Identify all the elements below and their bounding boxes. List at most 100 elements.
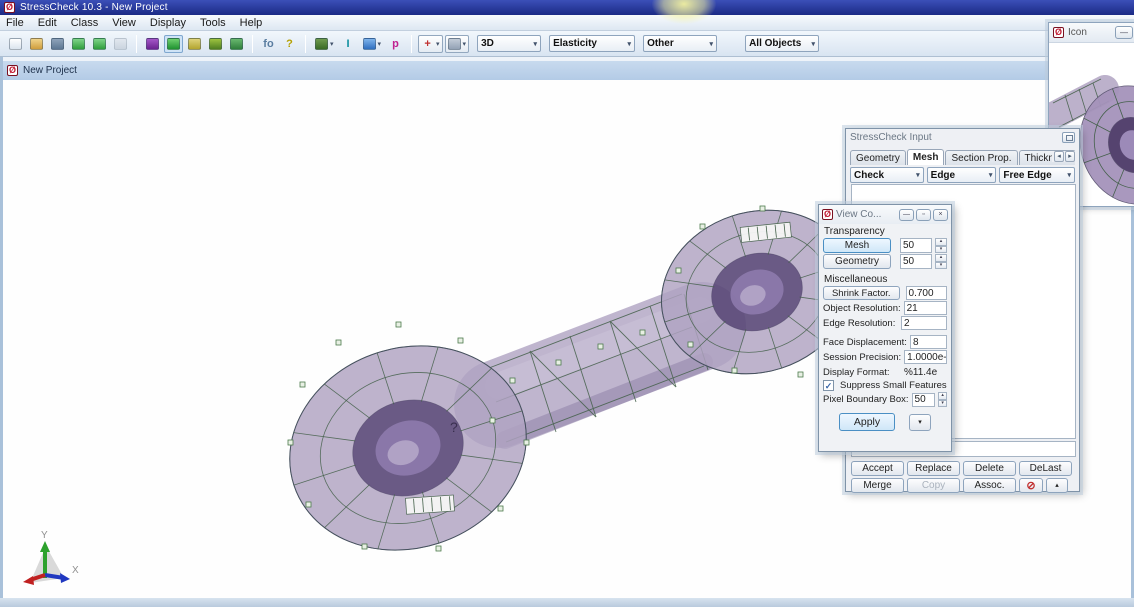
save-icon[interactable] xyxy=(48,35,67,53)
geometry-transparency-button[interactable]: Geometry xyxy=(823,254,891,269)
copy-button[interactable]: Copy xyxy=(907,478,960,493)
spin-down-icon[interactable]: ▾ xyxy=(935,262,947,270)
mesh-transparency-spinner[interactable]: ▴ ▾ xyxy=(935,238,947,253)
close-icon[interactable]: × xyxy=(933,209,948,221)
spin-up-icon[interactable]: ▴ xyxy=(935,238,947,246)
shrink-factor-button[interactable]: Shrink Factor. xyxy=(823,286,900,300)
expand-up-button[interactable]: ▴ xyxy=(1046,478,1068,493)
menu-view[interactable]: View xyxy=(112,17,136,29)
tab-scroll-right-icon[interactable]: ▸ xyxy=(1065,151,1075,162)
block-button[interactable]: ⊘ xyxy=(1019,478,1043,493)
axes-view-icon: + xyxy=(421,38,434,50)
display-format-label: Display Format: xyxy=(823,367,898,378)
icon-window-titlebar[interactable]: Ø Icon — xyxy=(1049,23,1134,43)
spin-down-icon[interactable]: ▾ xyxy=(935,246,947,254)
restore-icon[interactable] xyxy=(1062,132,1075,143)
p-symbol-icon: p xyxy=(389,38,402,50)
import-icon[interactable] xyxy=(69,35,88,53)
free-edge-combo[interactable]: Free Edge ▾ xyxy=(999,167,1075,183)
dimension-combo[interactable]: 3D ▾ xyxy=(477,35,541,52)
tab-scroll-left-icon[interactable]: ◂ xyxy=(1054,151,1064,162)
input-dialog-titlebar[interactable]: StressCheck Input xyxy=(846,129,1079,146)
face-displacement-value[interactable]: 8 xyxy=(910,335,947,349)
tab-geometry[interactable]: Geometry xyxy=(850,150,906,165)
accept-button[interactable]: Accept xyxy=(851,461,904,476)
snapshot-icon[interactable]: ▾ xyxy=(445,35,470,53)
class-points-icon[interactable] xyxy=(143,35,162,53)
class-solids-icon[interactable] xyxy=(206,35,225,53)
format-icon[interactable]: fo xyxy=(259,35,278,53)
menubar: File Edit Class View Display Tools Help xyxy=(0,15,1134,31)
minimize-icon[interactable]: — xyxy=(1115,26,1133,39)
method-combo[interactable]: Other ▾ xyxy=(643,35,717,52)
menu-display[interactable]: Display xyxy=(150,17,186,29)
spin-up-icon[interactable]: ▴ xyxy=(935,254,947,262)
icon-window-title: Icon xyxy=(1068,27,1111,38)
maximize-icon[interactable]: ▫ xyxy=(916,209,931,221)
layers-tool-icon[interactable]: ▾ xyxy=(360,35,385,53)
snapshot-icon-dropdown[interactable]: ▾ xyxy=(463,40,467,48)
tab-mesh[interactable]: Mesh xyxy=(907,149,945,165)
menu-class[interactable]: Class xyxy=(71,17,99,29)
class-sets-icon[interactable] xyxy=(227,35,246,53)
geometry-transparency-value[interactable]: 50 xyxy=(900,254,932,269)
view-dialog-controls: — ▫ × xyxy=(899,209,948,221)
edge-resolution-value[interactable]: 2 xyxy=(901,316,947,330)
shrink-factor-value[interactable]: 0.700 xyxy=(906,286,947,300)
input-dialog-tabs: Geometry Mesh Section Prop. Thickness Ma… xyxy=(850,148,1075,165)
ibeam-tool-icon: I xyxy=(342,38,355,50)
menu-tools[interactable]: Tools xyxy=(200,17,226,29)
pixel-boundary-value[interactable]: 50 xyxy=(912,393,936,407)
ibeam-tool-icon[interactable]: I xyxy=(339,35,358,53)
new-file-icon[interactable] xyxy=(6,35,25,53)
assoc-button[interactable]: Assoc. xyxy=(963,478,1016,493)
pen-tool-icon xyxy=(315,38,328,50)
apply-dropdown-button[interactable]: ▾ xyxy=(909,414,931,431)
geometry-transparency-spinner[interactable]: ▴ ▾ xyxy=(935,254,947,269)
replace-button[interactable]: Replace xyxy=(907,461,960,476)
help-icon[interactable]: ? xyxy=(280,35,299,53)
object-resolution-value[interactable]: 21 xyxy=(904,301,947,315)
pen-tool-icon-dropdown[interactable]: ▾ xyxy=(330,40,334,48)
class-mesh-icon[interactable] xyxy=(164,35,183,53)
delast-button[interactable]: DeLast xyxy=(1019,461,1072,476)
class-sets-icon xyxy=(230,38,243,50)
menu-edit[interactable]: Edit xyxy=(38,17,57,29)
edge-combo[interactable]: Edge ▾ xyxy=(927,167,997,183)
export-icon[interactable] xyxy=(90,35,109,53)
suppress-small-features-checkbox[interactable]: ✓ xyxy=(823,380,834,391)
tab-section-prop[interactable]: Section Prop. xyxy=(945,150,1017,165)
view-dialog-titlebar[interactable]: Ø View Co... — ▫ × xyxy=(819,205,951,224)
spin-down-icon[interactable]: ▾ xyxy=(938,400,947,408)
dimension-combo-value: 3D xyxy=(481,38,494,49)
project-window-titlebar[interactable]: Ø New Project xyxy=(3,61,1131,80)
merge-button[interactable]: Merge xyxy=(851,478,904,493)
check-combo[interactable]: Check ▾ xyxy=(850,167,924,183)
open-folder-icon[interactable] xyxy=(27,35,46,53)
session-precision-value[interactable]: 1.0000e-0 xyxy=(904,350,947,364)
suppress-small-features-row: ✓ Suppress Small Features xyxy=(823,380,947,391)
pixel-boundary-spinner[interactable]: ▴ ▾ xyxy=(938,392,947,407)
mesh-transparency-button[interactable]: Mesh xyxy=(823,238,891,253)
shrink-factor-row: Shrink Factor. 0.700 xyxy=(823,286,947,300)
spin-up-icon[interactable]: ▴ xyxy=(938,392,947,400)
toolbar-separator xyxy=(252,35,253,53)
class-combo[interactable]: Elasticity ▾ xyxy=(549,35,635,52)
chevron-down-icon: ▾ xyxy=(1067,171,1071,179)
print-icon[interactable] xyxy=(111,35,130,53)
pen-tool-icon[interactable]: ▾ xyxy=(312,35,337,53)
display-format-value[interactable]: %11.4e xyxy=(901,365,947,379)
menu-file[interactable]: File xyxy=(6,17,24,29)
mesh-transparency-value[interactable]: 50 xyxy=(900,238,932,253)
layers-tool-icon-dropdown[interactable]: ▾ xyxy=(378,40,382,48)
menu-help[interactable]: Help xyxy=(240,17,263,29)
p-symbol-icon[interactable]: p xyxy=(386,35,405,53)
icon-window-logo-icon: Ø xyxy=(1053,27,1064,38)
axes-view-icon-dropdown[interactable]: ▾ xyxy=(436,40,440,48)
class-surfaces-icon[interactable] xyxy=(185,35,204,53)
minimize-icon[interactable]: — xyxy=(899,209,914,221)
axes-view-icon[interactable]: +▾ xyxy=(418,35,443,53)
objects-combo[interactable]: All Objects ▾ xyxy=(745,35,819,52)
delete-button[interactable]: Delete xyxy=(963,461,1016,476)
apply-button[interactable]: Apply xyxy=(839,413,895,431)
